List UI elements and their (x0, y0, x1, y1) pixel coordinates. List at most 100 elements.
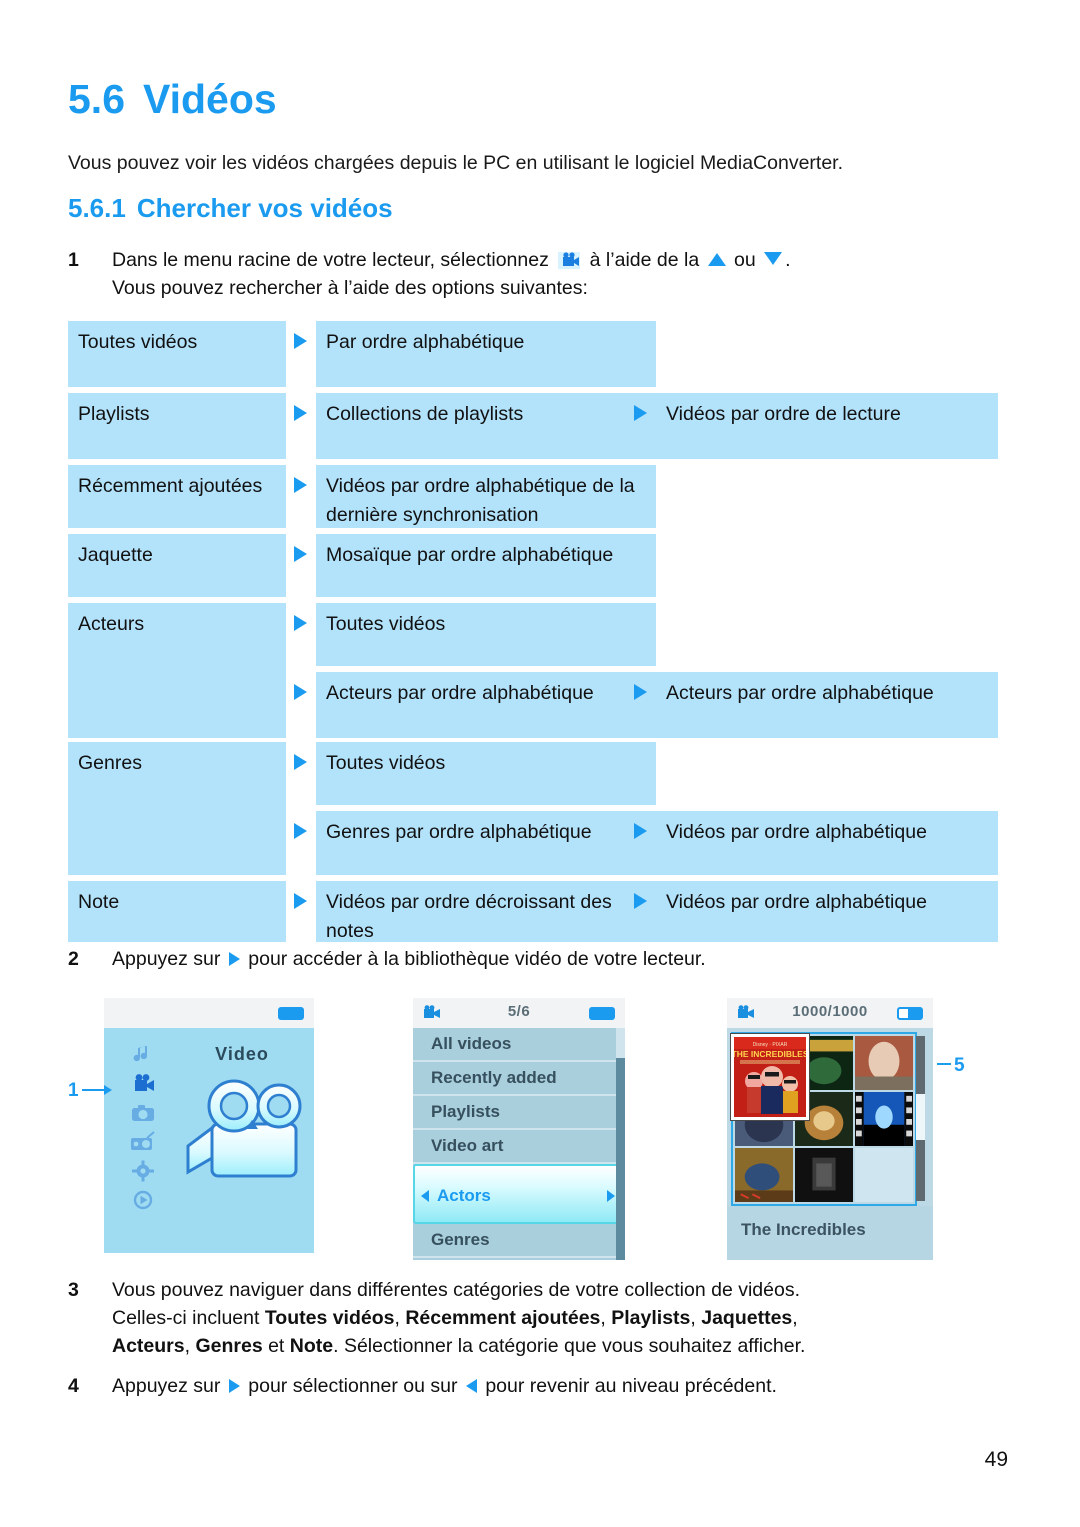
step-4-number: 4 (68, 1375, 79, 1397)
step-4-text-b: pour sélectionner ou sur (248, 1375, 458, 1397)
table-row: Collections de playlists (316, 393, 656, 459)
step-1-number: 1 (68, 249, 79, 271)
category-note: Note (289, 1335, 334, 1357)
thumbnail-cell-film[interactable] (855, 1092, 913, 1146)
battery-icon (278, 1007, 304, 1020)
video-camera-illustration (176, 1076, 308, 1201)
table-row: Acteurs (68, 603, 286, 738)
step-2-text-a: Appuyez sur (112, 948, 221, 970)
callout-1-leader (81, 1089, 104, 1091)
gear-icon[interactable] (130, 1160, 156, 1182)
document-page: 5.6 Vidéos Vous pouvez voir les vidéos ch… (0, 0, 1080, 1527)
category-toutes-videos: Toutes vidéos (264, 1307, 395, 1329)
arrow-right-icon (294, 754, 307, 770)
table-row: Vidéos par ordre alphabétique (656, 811, 998, 875)
thumbnail-cell-empty[interactable] (855, 1148, 913, 1202)
subsection-number: 5.6.1 (68, 193, 126, 223)
list-item-selected[interactable]: Actors (413, 1164, 625, 1224)
arrow-right-icon (294, 546, 307, 562)
screen-title-label: Video (215, 1044, 269, 1064)
list-item[interactable]: Playlists (413, 1096, 625, 1130)
section-title: Vidéos (143, 76, 277, 122)
step-3-mid: et (262, 1335, 290, 1357)
arrow-right-icon (634, 405, 647, 421)
video-camera-icon[interactable] (130, 1073, 156, 1095)
battery-half-icon (897, 1007, 923, 1020)
step-4: 4 Appuyez sur pour sélectionner ou sur p… (68, 1372, 998, 1400)
status-bar: 5/6 (413, 998, 625, 1028)
step-1-text-d: . (785, 249, 791, 271)
step-3-body: Vous pouvez naviguer dans différentes ca… (112, 1279, 806, 1357)
subsection-title: 5.6.1 Chercher vos vidéos (68, 193, 393, 224)
step-2-text-b: pour accéder à la bibliothèque vidéo de … (248, 948, 706, 970)
arrow-right-icon (634, 684, 647, 700)
device-screen-video-art: 1000/1000 Disney · PIXAR THE INCREDIBLES… (727, 998, 933, 1260)
arrow-right-icon (294, 684, 307, 700)
table-row: Genres (68, 742, 286, 875)
table-row: Récemment ajoutées (68, 465, 286, 528)
arrow-right-icon (634, 823, 647, 839)
category-acteurs: Acteurs (112, 1335, 185, 1357)
arrow-right-icon (634, 893, 647, 909)
list-item[interactable]: All videos (413, 1028, 625, 1062)
list-item[interactable]: Video art (413, 1130, 625, 1164)
step-2-body: Appuyez sur pour accéder à la bibliothèq… (112, 945, 998, 973)
step-1: 1 Dans le menu racine de votre lecteur, … (68, 246, 998, 302)
arrow-right-icon (607, 1190, 615, 1202)
svg-text:THE INCREDIBLES: THE INCREDIBLES (734, 1049, 806, 1059)
list-item[interactable]: Genres (413, 1224, 625, 1258)
table-row: Jaquette (68, 534, 286, 597)
step-4-text-c: pour revenir au niveau précédent. (485, 1375, 777, 1397)
scrollbar[interactable] (616, 1028, 625, 1260)
table-row: Vidéos par ordre de lecture (656, 393, 998, 459)
options-table: Toutes vidéos Par ordre alphabétique Pla… (68, 321, 998, 942)
music-note-icon[interactable] (130, 1044, 156, 1066)
category-rail (126, 1044, 160, 1211)
screen-content: Disney · PIXAR THE INCREDIBLES The Incre… (727, 1028, 933, 1260)
table-row: Playlists (68, 393, 286, 459)
table-row: Mosaïque par ordre alphabétique (316, 534, 656, 597)
step-1-text-b: à l’aide de la (589, 249, 700, 271)
device-screenshots: Video 1 5/6 All videos Recently added Pl… (0, 998, 1080, 1260)
step-3-number: 3 (68, 1279, 79, 1301)
callout-5-leader (937, 1063, 951, 1065)
arrow-left-icon (421, 1190, 429, 1202)
table-row: Par ordre alphabétique (316, 321, 656, 387)
category-genres: Genres (195, 1335, 263, 1357)
section-number: 5.6 (68, 76, 125, 122)
arrow-right-icon (294, 405, 307, 421)
scrollbar-thumb[interactable] (616, 1028, 625, 1058)
arrow-right-icon (294, 477, 307, 493)
table-row: Toutes vidéos (68, 321, 286, 387)
list-item[interactable]: Recently added (413, 1062, 625, 1096)
arrow-up-icon (707, 253, 726, 266)
play-circle-icon[interactable] (130, 1189, 156, 1211)
category-playlists: Playlists (611, 1307, 691, 1329)
screen-content: All videos Recently added Playlists Vide… (413, 1028, 625, 1260)
thumbnail-cell[interactable] (855, 1036, 913, 1090)
thumbnail-cell[interactable] (795, 1148, 853, 1202)
callout-1-number: 1 (68, 1080, 79, 1101)
arrow-right-icon (228, 952, 240, 966)
status-bar (104, 998, 314, 1028)
arrow-right-icon (294, 615, 307, 631)
selected-video-cover[interactable]: Disney · PIXAR THE INCREDIBLES (731, 1034, 809, 1120)
step-3-tail: . Sélectionner la catégorie que vous sou… (333, 1335, 806, 1357)
table-row: Toutes vidéos (316, 742, 656, 805)
step-4-body: Appuyez sur pour sélectionner ou sur pou… (112, 1372, 998, 1400)
callout-5: 5 (937, 1055, 965, 1077)
page-number: 49 (984, 1448, 1008, 1471)
selected-video-title: The Incredibles (727, 1206, 933, 1260)
thumbnail-cell[interactable] (735, 1148, 793, 1202)
step-2: 2 Appuyez sur pour accéder à la biblioth… (68, 945, 998, 973)
scrollbar-thumb[interactable] (916, 1094, 925, 1140)
status-bar: 1000/1000 (727, 998, 933, 1028)
intro-paragraph: Vous pouvez voir les vidéos chargées dep… (68, 152, 844, 174)
table-row: Vidéos par ordre alphabétique (656, 881, 998, 942)
scrollbar[interactable] (916, 1036, 925, 1201)
step-4-text-a: Appuyez sur (112, 1375, 221, 1397)
radio-icon[interactable] (130, 1131, 156, 1153)
table-row: Genres par ordre alphabétique (316, 811, 656, 875)
video-camera-icon (558, 249, 581, 269)
camera-icon[interactable] (130, 1102, 156, 1124)
